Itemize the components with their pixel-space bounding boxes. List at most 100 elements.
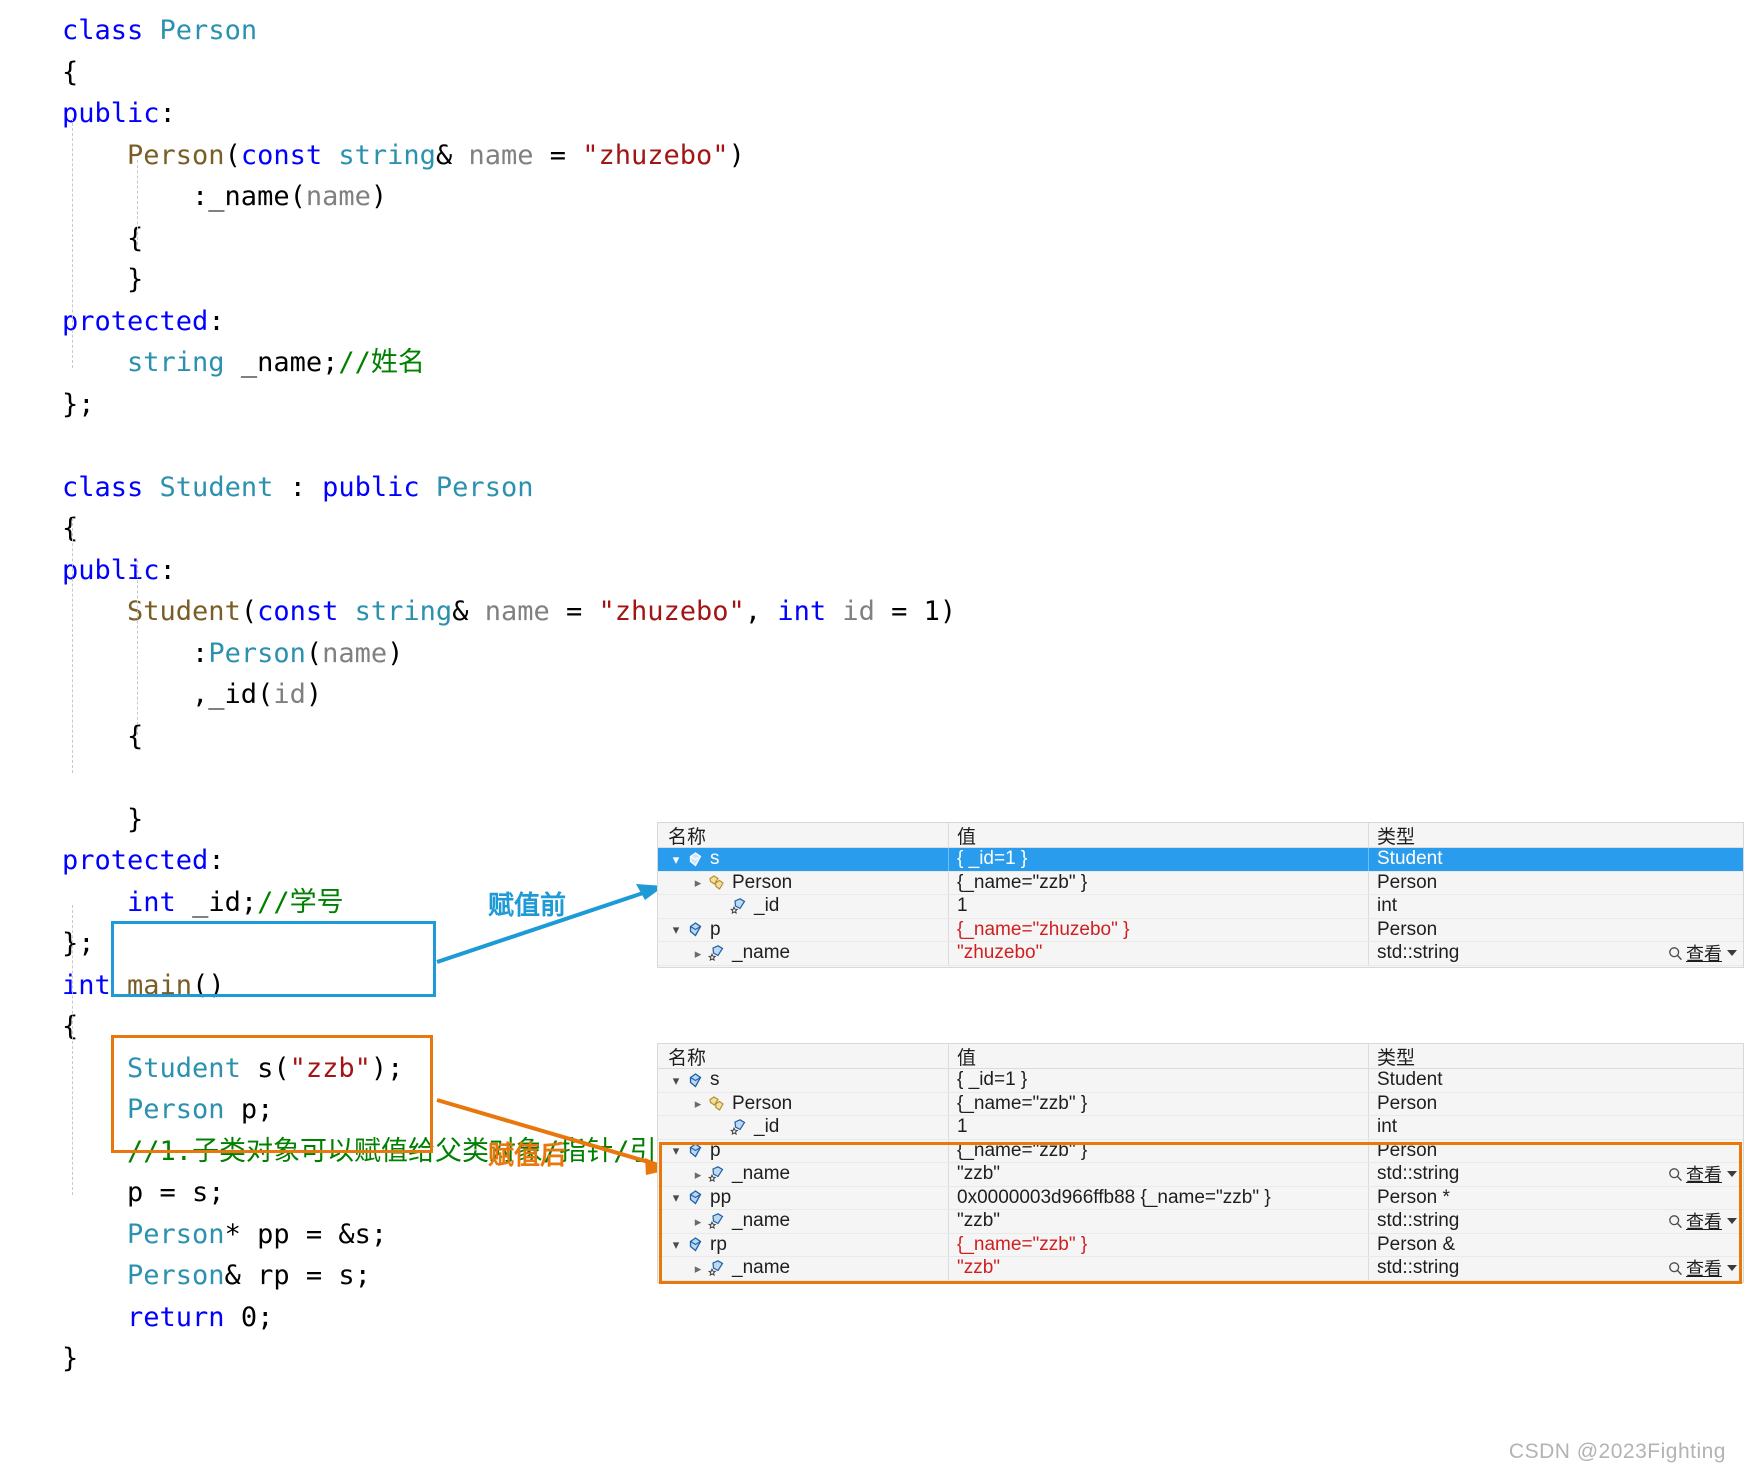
watch-row-value-cell[interactable]: 1: [948, 1116, 1368, 1139]
watch-row-name-cell[interactable]: ▸ Person: [658, 872, 948, 894]
watch-row-name-cell[interactable]: ▾ s: [658, 1069, 948, 1091]
code-token: ): [305, 679, 323, 710]
chevron-right-icon[interactable]: ▸: [690, 1168, 706, 1181]
watch-variable-value: {_name="zzb" }: [957, 1233, 1088, 1255]
watch-row[interactable]: ▾ p {_name="zzb" } Person: [658, 1139, 1743, 1163]
chevron-down-icon[interactable]: ▾: [668, 1074, 684, 1087]
code-token: //学号: [257, 886, 344, 918]
watch-variable-type: int: [1377, 895, 1398, 917]
watch-row-type-cell[interactable]: int: [1368, 895, 1743, 918]
watch-variable-value: 0x0000003d966ffb88 {_name="zzb" }: [957, 1186, 1271, 1208]
watch-row-name-cell[interactable]: _id: [658, 1116, 948, 1138]
chevron-right-icon[interactable]: ▸: [690, 1262, 706, 1275]
watch-row-value-cell[interactable]: "zhuzebo" 查看: [948, 942, 1737, 965]
code-token: string: [354, 596, 453, 627]
object-icon: [689, 851, 701, 867]
watch-row[interactable]: _id 1 int: [658, 895, 1743, 919]
watch-row[interactable]: ▸ _name "zzb" 查看 std::string: [658, 1257, 1743, 1281]
watch-row-name-cell[interactable]: ▾ pp: [658, 1187, 948, 1209]
highlight-box-after: [111, 1035, 433, 1153]
watch-variable-value: "zzb": [957, 1210, 1001, 1232]
code-token: const: [257, 596, 355, 627]
watch-row-name-cell[interactable]: ▸ _name: [658, 1163, 948, 1185]
watch-column-header[interactable]: 名称: [658, 1043, 948, 1070]
watch-row-type-cell[interactable]: Student: [1368, 848, 1743, 871]
watch-column-header[interactable]: 名称: [658, 822, 948, 849]
code-token: =: [533, 139, 583, 171]
watch-row-type-cell[interactable]: Person *: [1368, 1186, 1743, 1209]
code-token: int: [127, 886, 176, 918]
watch-panel-after[interactable]: 名称值类型 ▾ s{ _id=1 } Student ▸ Person {_name="zz…: [657, 1043, 1744, 1283]
chevron-down-icon[interactable]: ▾: [668, 1144, 684, 1157]
watch-row[interactable]: ▸ _name "zhuzebo" 查看 std::string: [658, 942, 1743, 966]
code-token: :: [159, 98, 176, 129]
watch-row-name-cell[interactable]: ▾ s: [658, 848, 948, 870]
watch-row-name-cell[interactable]: ▾ rp: [658, 1234, 948, 1256]
watch-row-name-cell[interactable]: ▾ p: [658, 1140, 948, 1162]
watch-row-type-cell[interactable]: Person: [1368, 1092, 1743, 1115]
watch-row-value-cell[interactable]: {_name="zzb" }: [948, 1092, 1368, 1115]
watch-row[interactable]: ▾ s{ _id=1 } Student: [658, 1069, 1743, 1093]
watch-row-value-cell[interactable]: "zzb" 查看: [948, 1257, 1737, 1280]
watch-row[interactable]: ▸ Person {_name="zzb" } Person: [658, 871, 1743, 895]
watch-panel-before[interactable]: 名称值类型 ▾ s{ _id=1 } Student ▸ Person {_name="zz…: [657, 822, 1744, 968]
chevron-right-icon[interactable]: ▸: [690, 1097, 706, 1110]
watch-row-value-cell[interactable]: {_name="zhuzebo" }: [948, 918, 1368, 941]
watch-row-value-cell[interactable]: {_name="zzb" }: [948, 1139, 1368, 1162]
watch-variable-value: { _id=1 }: [957, 848, 1028, 870]
base-class-icon: [709, 875, 724, 890]
watch-row-name-cell[interactable]: ▸ _name: [658, 1257, 948, 1279]
field-icon: [706, 945, 728, 962]
chevron-right-icon[interactable]: ▸: [690, 1215, 706, 1228]
watch-column-header[interactable]: 类型: [1368, 1044, 1743, 1068]
chevron-down-icon[interactable]: ▾: [668, 853, 684, 866]
watch-row-name-cell[interactable]: ▸ Person: [658, 1093, 948, 1115]
watch-row-value-cell[interactable]: 0x0000003d966ffb88 {_name="zzb" }: [948, 1186, 1368, 1209]
code-line: ,_id(id): [62, 674, 1062, 716]
watch-row[interactable]: ▾ s { _id=1 } Student: [658, 848, 1743, 872]
code-line: class Person: [62, 10, 1062, 52]
watch-variable-value: "zhuzebo": [957, 942, 1043, 964]
watch-row[interactable]: ▾ pp 0x0000003d966ffb88 {_name="zzb" } Pers…: [658, 1186, 1743, 1210]
indent-guide: [137, 160, 138, 245]
watch-row[interactable]: ▾ rp {_name="zzb" } Person &: [658, 1233, 1743, 1257]
chevron-down-icon[interactable]: ▾: [668, 923, 684, 936]
watch-row-name-cell[interactable]: ▸ _name: [658, 942, 948, 964]
code-line: };: [62, 384, 1062, 426]
watch-variable-name: Person: [732, 1092, 793, 1114]
watch-column-header[interactable]: 类型: [1368, 823, 1743, 847]
watch-row-type-cell[interactable]: Student: [1368, 1069, 1743, 1092]
chevron-down-icon[interactable]: ▾: [668, 1238, 684, 1251]
watch-row-value-cell[interactable]: "zzb" 查看: [948, 1210, 1737, 1233]
watch-column-header[interactable]: 值: [948, 1044, 1368, 1068]
code-token: Person: [127, 1260, 225, 1291]
watch-row-type-cell[interactable]: Person: [1368, 1139, 1743, 1162]
watch-row-value-cell[interactable]: { _id=1 }: [948, 848, 1368, 871]
watch-row[interactable]: ▸ Person {_name="zzb" } Person: [658, 1092, 1743, 1116]
watch-row-value-cell[interactable]: {_name="zzb" }: [948, 1233, 1368, 1256]
code-token: "zhuzebo": [598, 596, 745, 627]
watermark: CSDN @2023Fighting: [1508, 1440, 1726, 1463]
watch-row-name-cell[interactable]: ▾ p: [658, 919, 948, 941]
watch-row-value-cell[interactable]: "zzb" 查看: [948, 1163, 1737, 1186]
watch-row[interactable]: ▸ _name "zzb" 查看 std::string: [658, 1163, 1743, 1187]
watch-row-name-cell[interactable]: _id: [658, 895, 948, 917]
chevron-down-icon[interactable]: ▾: [668, 1191, 684, 1204]
watch-row[interactable]: ▾ p {_name="zhuzebo" } Person: [658, 918, 1743, 942]
watch-row[interactable]: _id 1 int: [658, 1116, 1743, 1140]
chevron-right-icon[interactable]: ▸: [690, 876, 706, 889]
watch-row-name-cell[interactable]: ▸ _name: [658, 1210, 948, 1232]
indent-guide: [72, 905, 73, 1195]
watch-row-value-cell[interactable]: {_name="zzb" }: [948, 871, 1368, 894]
code-token: id: [273, 679, 306, 710]
watch-row-value-cell[interactable]: 1: [948, 895, 1368, 918]
watch-row-type-cell[interactable]: Person &: [1368, 1233, 1743, 1256]
watch-row-type-cell[interactable]: Person: [1368, 871, 1743, 894]
watch-row[interactable]: ▸ _name "zzb" 查看 std::string: [658, 1210, 1743, 1234]
watch-column-header[interactable]: 值: [948, 823, 1368, 847]
watch-row-type-cell[interactable]: int: [1368, 1116, 1743, 1139]
watch-row-value-cell[interactable]: { _id=1 }: [948, 1069, 1368, 1092]
chevron-right-icon[interactable]: ▸: [690, 947, 706, 960]
code-token: class: [62, 15, 160, 46]
watch-row-type-cell[interactable]: Person: [1368, 918, 1743, 941]
